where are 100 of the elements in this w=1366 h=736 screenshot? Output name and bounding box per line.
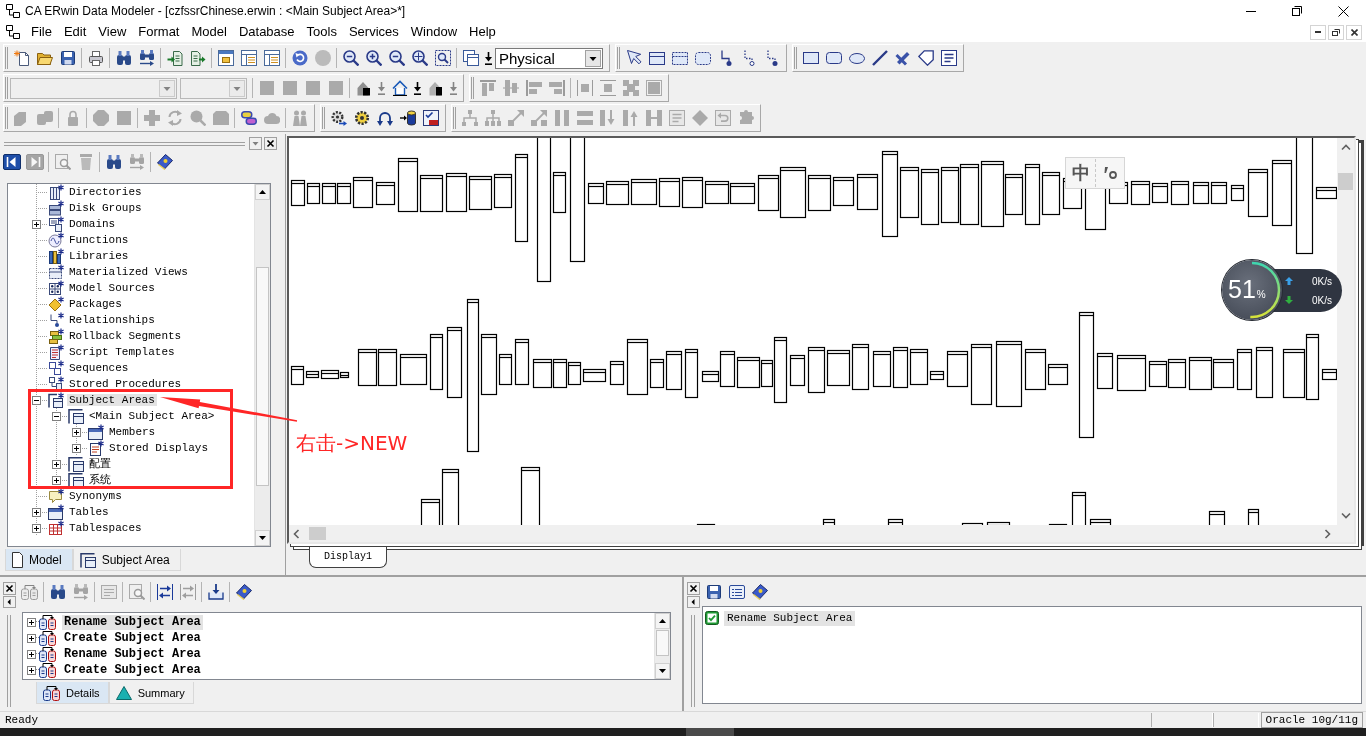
zoom-in-icon[interactable]	[365, 50, 382, 66]
action-item[interactable]: Rename Subject Area	[62, 614, 203, 630]
minus-box-icon[interactable]	[51, 411, 61, 421]
dashed-entity-icon[interactable]	[671, 51, 688, 65]
tree-item[interactable]: Materialized Views	[67, 266, 190, 278]
plus-box-icon[interactable]	[71, 427, 81, 437]
binoculars-icon[interactable]	[115, 50, 132, 66]
save-icon[interactable]	[705, 584, 722, 600]
tree-item[interactable]: Functions	[67, 234, 131, 246]
document-arrow-icon[interactable]	[189, 50, 206, 66]
tree-item[interactable]: Synonyms	[67, 490, 124, 502]
dashed-connector-icon[interactable]	[765, 50, 778, 66]
chain-links-icon[interactable]	[240, 110, 257, 126]
down-arrow-icon[interactable]	[413, 81, 422, 95]
pointer-icon[interactable]	[625, 50, 642, 66]
book-icon[interactable]	[751, 584, 768, 600]
scrollbar-thumb[interactable]	[256, 267, 269, 486]
save-icon[interactable]	[59, 50, 76, 66]
gear-icon[interactable]	[353, 110, 370, 126]
menu-item[interactable]: Tools	[300, 23, 343, 41]
scrollbar-thumb[interactable]	[656, 630, 669, 656]
left-chevron-icon[interactable]	[293, 528, 300, 539]
tree-item[interactable]: Stored Procedures	[67, 378, 184, 390]
tree-item[interactable]: Disk Groups	[67, 202, 144, 214]
action-item[interactable]: Create Subject Area	[62, 630, 203, 646]
scrollbar-thumb[interactable]	[1338, 173, 1353, 190]
menu-item[interactable]: Edit	[57, 23, 93, 41]
scrollbar[interactable]	[654, 613, 670, 679]
menu-item[interactable]: Window	[404, 23, 464, 41]
close-icon[interactable]	[264, 137, 277, 150]
menu-item[interactable]: Database	[232, 23, 301, 41]
arch-arrows-icon[interactable]	[376, 110, 393, 126]
close-button[interactable]	[1346, 24, 1362, 40]
overlapping-windows-icon[interactable]	[462, 50, 479, 66]
plus-box-icon[interactable]	[27, 649, 36, 659]
up-chevron-icon[interactable]	[1340, 144, 1351, 151]
action-item[interactable]: Rename Subject Area	[62, 646, 203, 662]
binoculars-icon[interactable]	[105, 154, 122, 170]
line-icon[interactable]	[871, 50, 888, 66]
plus-box-icon[interactable]	[51, 475, 61, 485]
tree-item[interactable]: Tables	[67, 506, 111, 518]
view-mode-dropdown[interactable]: Physical	[495, 47, 603, 69]
house-icon[interactable]	[429, 80, 442, 96]
plus-box-icon[interactable]	[31, 219, 41, 229]
tray-download-icon[interactable]	[207, 584, 224, 600]
scrollbar[interactable]	[254, 184, 270, 546]
open-folder-icon[interactable]	[36, 50, 53, 66]
binoculars-icon[interactable]	[49, 584, 66, 600]
entity-icon[interactable]	[648, 51, 665, 65]
close-icon[interactable]	[1337, 5, 1349, 17]
connector-icon[interactable]	[719, 50, 732, 66]
tree-item[interactable]: Model Sources	[67, 282, 157, 294]
display-tab[interactable]: Display1	[309, 547, 387, 568]
minimize-button[interactable]	[1310, 24, 1326, 40]
tree-item[interactable]: Subject Areas	[67, 394, 157, 406]
close-icon[interactable]	[2, 582, 16, 595]
panel-list-icon[interactable]	[263, 50, 280, 66]
gear-arrow-icon[interactable]	[330, 110, 347, 126]
panel-tab[interactable]: Summary	[108, 682, 194, 704]
menu-item[interactable]: Format	[132, 23, 186, 41]
right-chevron-icon[interactable]	[1324, 528, 1331, 539]
zoom-out-icon[interactable]	[342, 50, 359, 66]
database-arrow-icon[interactable]	[399, 110, 416, 126]
plus-box-icon[interactable]	[51, 459, 61, 469]
tag-icon[interactable]	[917, 50, 934, 66]
house-icon[interactable]	[357, 80, 370, 96]
list-icon[interactable]	[728, 584, 745, 600]
text-box-icon[interactable]	[940, 50, 957, 66]
tree-item[interactable]: Rollback Segments	[67, 330, 184, 342]
linked-boxes-icon[interactable]	[5, 24, 21, 40]
punctuation-icon[interactable]	[1103, 167, 1117, 179]
plus-box-icon[interactable]	[27, 665, 36, 675]
rounded-rectangle-icon[interactable]	[825, 52, 842, 64]
tree-item[interactable]: <Main Subject Area>	[87, 410, 217, 422]
menu-item[interactable]: Services	[342, 23, 405, 41]
down-arrow-icon[interactable]	[484, 51, 493, 65]
plus-box-icon[interactable]	[71, 443, 81, 453]
dashed-rounded-rectangle-icon[interactable]	[694, 51, 711, 65]
binoculars-arrow-icon[interactable]	[138, 50, 155, 66]
explorer-tab[interactable]: Subject Area	[72, 549, 181, 571]
scrollbar-thumb[interactable]	[309, 527, 326, 540]
tree-item[interactable]: Relationships	[67, 314, 157, 326]
checklist-icon[interactable]	[422, 110, 439, 126]
down-chevron-icon[interactable]	[1340, 512, 1351, 519]
rectangle-icon[interactable]	[802, 52, 819, 64]
input-mode-toggle[interactable]: 中	[1066, 161, 1095, 185]
checkbox[interactable]	[705, 611, 719, 625]
document-arrow-icon[interactable]	[166, 50, 183, 66]
crossed-bars-icon[interactable]	[894, 50, 911, 66]
plus-box-icon[interactable]	[31, 523, 41, 533]
tree-item[interactable]: Stored Displays	[107, 442, 211, 454]
house-outline-icon[interactable]	[391, 80, 408, 96]
tree-item[interactable]: Sequences	[67, 362, 131, 374]
dashed-connector-icon[interactable]	[742, 50, 755, 66]
printer-icon[interactable]	[87, 50, 104, 66]
menu-item[interactable]: View	[92, 23, 133, 41]
plus-box-icon[interactable]	[27, 633, 36, 643]
tree-item[interactable]: 系统	[87, 474, 113, 486]
ellipse-icon[interactable]	[848, 52, 865, 64]
action-item[interactable]: Create Subject Area	[62, 662, 203, 678]
